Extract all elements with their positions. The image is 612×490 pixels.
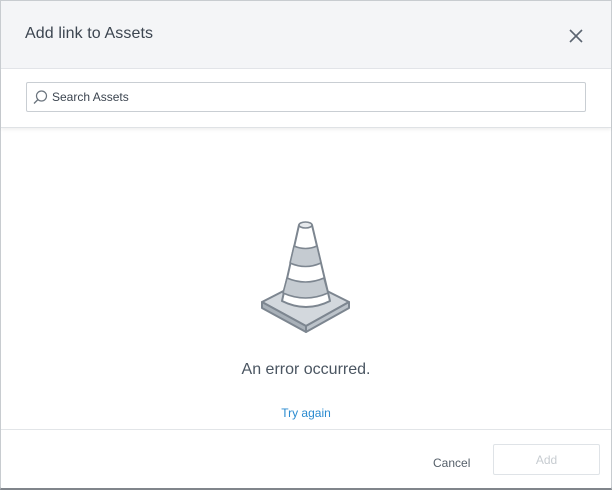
close-icon[interactable] [567,27,585,45]
try-again-link[interactable]: Try again [1,406,611,420]
cancel-button[interactable]: Cancel [433,456,470,470]
dialog-footer: Cancel Add [1,429,611,488]
search-bar [1,69,611,128]
dialog-header: Add link to Assets [1,1,611,69]
dialog-title: Add link to Assets [25,25,154,42]
traffic-cone-icon [258,218,354,336]
search-box[interactable] [26,82,586,112]
search-input[interactable] [52,83,572,111]
add-button[interactable]: Add [493,444,600,475]
error-message: An error occurred. [241,361,371,378]
search-icon [33,90,48,105]
add-link-dialog: Add link to Assets Search Assets An erro… [0,0,612,490]
